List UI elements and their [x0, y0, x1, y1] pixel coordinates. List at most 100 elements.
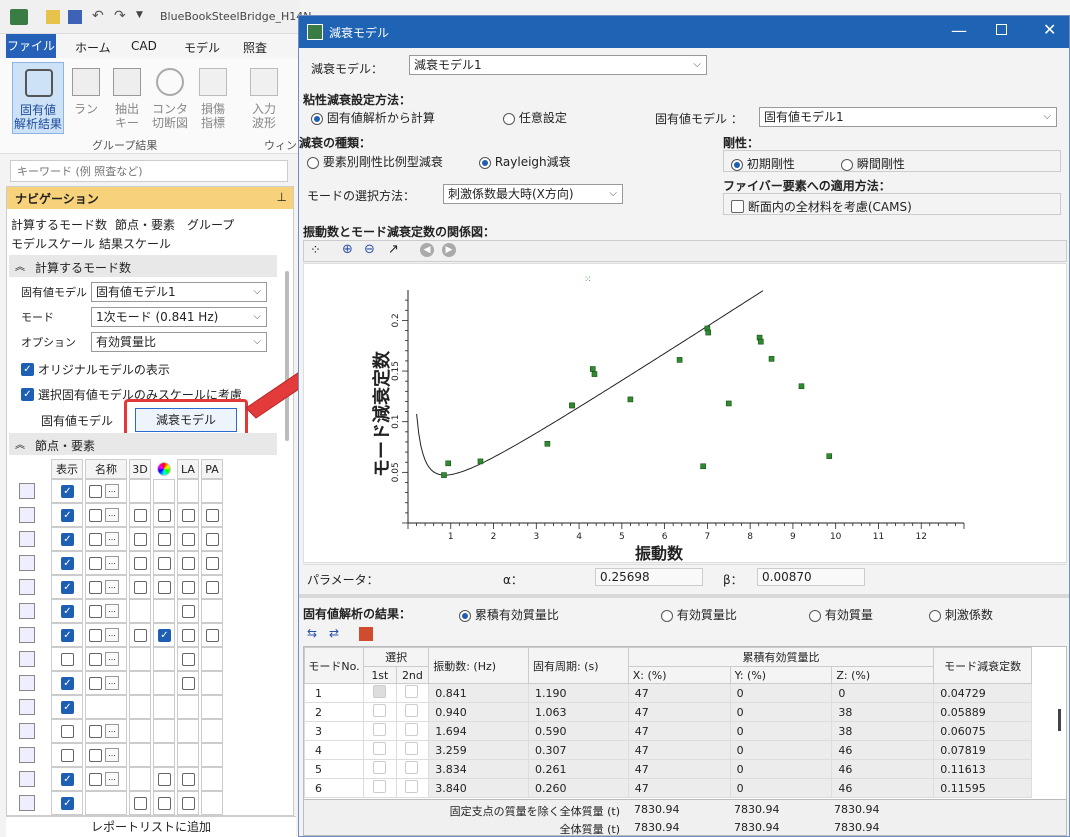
tab-file[interactable]: ファイル: [6, 34, 56, 58]
new-file-icon[interactable]: [46, 10, 60, 24]
fiber-checkbox[interactable]: 断面内の全材料を考慮(CAMS): [731, 198, 912, 215]
data-point[interactable]: [441, 472, 447, 478]
back-icon[interactable]: ◀: [420, 243, 434, 257]
checkbox[interactable]: [61, 797, 74, 810]
checkbox[interactable]: [405, 780, 419, 793]
checkbox[interactable]: [372, 723, 386, 736]
checkbox[interactable]: [21, 363, 34, 376]
more-button[interactable]: ...: [105, 628, 119, 642]
checkbox[interactable]: [134, 509, 147, 522]
data-point[interactable]: [445, 460, 452, 467]
fit-icon[interactable]: ↗: [388, 242, 399, 257]
collapse-icon[interactable]: ⇄: [329, 626, 339, 640]
checkbox[interactable]: [405, 723, 419, 736]
radio[interactable]: [479, 156, 491, 169]
zoom-in-icon[interactable]: ⊕: [342, 242, 353, 257]
data-point[interactable]: [589, 366, 596, 372]
checkbox[interactable]: [134, 557, 147, 570]
select-2nd-checkbox[interactable]: [395, 778, 430, 798]
maximize-icon[interactable]: [996, 24, 1007, 35]
checkbox[interactable]: [182, 797, 195, 810]
kind-option-rayleigh[interactable]: Rayleigh減衰: [479, 153, 571, 170]
checkbox[interactable]: [372, 742, 386, 755]
data-point[interactable]: [725, 400, 732, 407]
ribbon-contour-button[interactable]: コンタ 切断図: [150, 62, 190, 134]
checkbox[interactable]: [158, 581, 171, 594]
checkbox[interactable]: [89, 773, 102, 786]
more-button[interactable]: ...: [105, 724, 119, 738]
nav-link-modes[interactable]: 計算するモード数: [11, 216, 107, 233]
select-1st-checkbox[interactable]: [363, 740, 397, 760]
viscous-option-eigen[interactable]: 固有値解析から計算: [311, 109, 435, 126]
select-1st-checkbox[interactable]: [363, 759, 397, 779]
checkbox[interactable]: [61, 533, 74, 546]
checkbox[interactable]: [89, 581, 102, 594]
checkbox[interactable]: [158, 557, 171, 570]
nav-link-nodes[interactable]: 節点・要素: [115, 216, 175, 233]
checkbox[interactable]: [158, 773, 171, 786]
checkbox[interactable]: [405, 742, 419, 755]
radio[interactable]: [459, 609, 471, 622]
select-1st-checkbox[interactable]: [363, 702, 397, 722]
nav-link-model-scale[interactable]: モデルスケール: [11, 235, 95, 252]
kind-option-element[interactable]: 要素別剛性比例型減衰: [307, 153, 443, 170]
select-2nd-checkbox[interactable]: [395, 702, 430, 722]
checkbox[interactable]: [61, 485, 74, 498]
data-point[interactable]: [700, 463, 706, 470]
more-button[interactable]: ...: [105, 484, 119, 498]
select-2nd-checkbox[interactable]: [395, 721, 430, 741]
checkbox[interactable]: [372, 761, 386, 774]
result-option-mass[interactable]: 有効質量: [809, 606, 873, 623]
select-2nd-checkbox[interactable]: [395, 683, 430, 703]
radio[interactable]: [503, 112, 515, 125]
checkbox[interactable]: [405, 685, 419, 698]
checkbox[interactable]: [134, 533, 147, 546]
checkbox[interactable]: [206, 629, 219, 642]
tab-model[interactable]: モデル: [184, 39, 220, 56]
keyword-search-input[interactable]: [10, 160, 288, 182]
checkbox[interactable]: [89, 653, 102, 666]
radio[interactable]: [311, 112, 323, 125]
checkbox[interactable]: [89, 629, 102, 642]
keyword-search-field[interactable]: [15, 162, 275, 180]
pin-icon[interactable]: ⊥: [277, 190, 287, 204]
more-button[interactable]: ...: [105, 676, 119, 690]
ribbon-eigen-button[interactable]: 固有値 解析結果: [12, 62, 64, 134]
select-1st-checkbox[interactable]: [363, 683, 397, 703]
checkbox[interactable]: [61, 653, 74, 666]
show-original-checkbox[interactable]: オリジナルモデルの表示: [21, 361, 170, 378]
data-point[interactable]: [591, 371, 598, 377]
data-point[interactable]: [798, 383, 805, 390]
mode-method-select[interactable]: 刺激係数最大時(X方向) ⌵: [443, 184, 623, 204]
data-point[interactable]: [758, 338, 764, 345]
more-button[interactable]: ...: [105, 652, 119, 666]
ribbon-run-button[interactable]: ラン: [70, 62, 102, 134]
checkbox[interactable]: [206, 509, 219, 522]
more-button[interactable]: ...: [105, 580, 119, 594]
close-icon[interactable]: ✕: [1043, 20, 1056, 39]
checkbox[interactable]: [405, 704, 419, 717]
select-2nd-checkbox[interactable]: [395, 740, 430, 760]
nav-link-result-scale[interactable]: 結果スケール: [99, 235, 171, 252]
checkbox[interactable]: [182, 629, 195, 642]
chevron-down-icon[interactable]: ▼: [136, 10, 143, 20]
checkbox[interactable]: [182, 581, 195, 594]
checkbox[interactable]: [21, 388, 34, 401]
checkbox[interactable]: [61, 725, 74, 738]
data-point[interactable]: [676, 357, 683, 363]
checkbox[interactable]: [405, 761, 419, 774]
section-header-modes[interactable]: ︽ 計算するモード数: [9, 255, 277, 277]
tab-home[interactable]: ホーム: [75, 39, 111, 56]
stiff-option-initial[interactable]: 初期剛性: [731, 155, 795, 172]
ribbon-extract-button[interactable]: 抽出 キー: [110, 62, 144, 134]
redo-icon[interactable]: ↷: [114, 8, 126, 24]
table-row[interactable]: 2 0.940 1.063 47 0 38 0.05889: [304, 702, 1032, 722]
radio[interactable]: [809, 609, 821, 622]
more-button[interactable]: ...: [105, 772, 119, 786]
damping-model-select[interactable]: 減衰モデル1 ⌵: [409, 55, 707, 75]
checkbox[interactable]: [182, 533, 195, 546]
export-icon[interactable]: [359, 627, 373, 641]
radio[interactable]: [661, 609, 673, 622]
data-point[interactable]: [477, 458, 484, 465]
ribbon-damage-button[interactable]: 損傷 指標: [196, 62, 230, 134]
